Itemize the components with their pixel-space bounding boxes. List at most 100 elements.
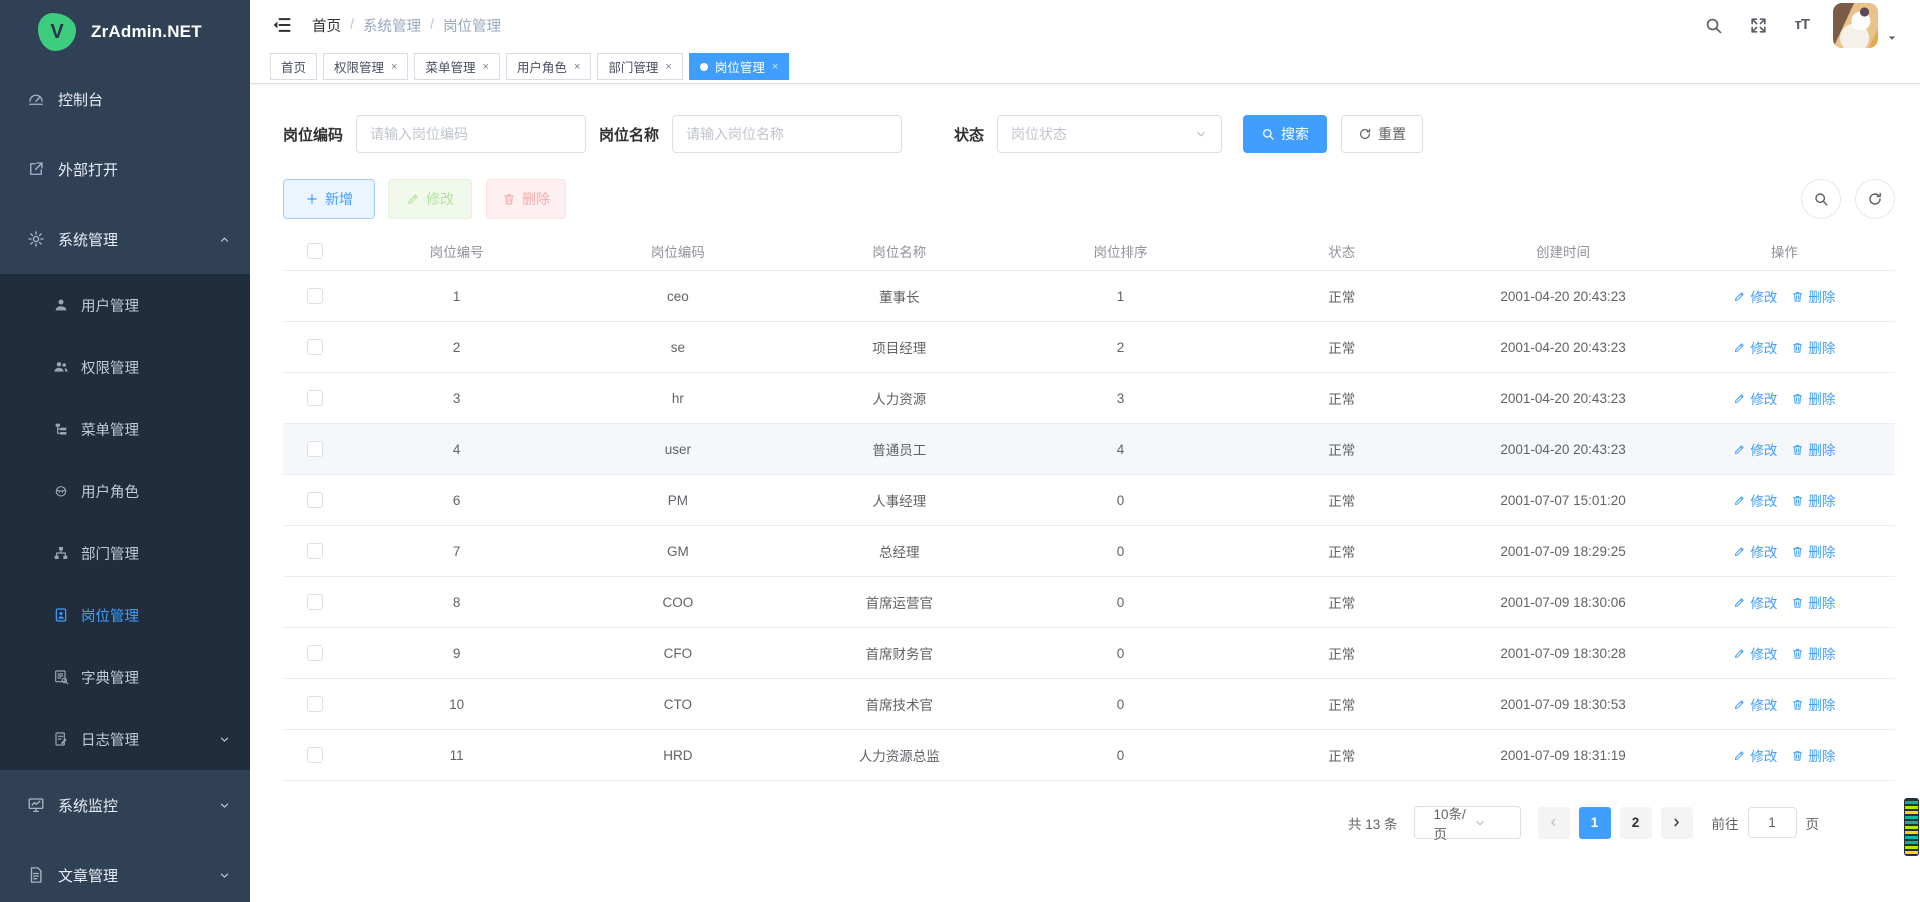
row-checkbox[interactable] [307,492,323,508]
row-checkbox[interactable] [307,339,323,355]
row-delete-link[interactable]: 删除 [1791,439,1835,459]
add-button[interactable]: 新增 [283,179,375,219]
close-tab-icon[interactable]: × [482,61,488,73]
edit-pencil-icon [1733,392,1746,405]
sidebar-menu: 控制台外部打开系统管理用户管理权限管理菜单管理用户角色部门管理岗位管理字典管理日… [0,64,250,902]
fullscreen-icon[interactable] [1749,16,1768,35]
tab-permission[interactable]: 权限管理× [323,53,408,80]
logo-letter: V [50,21,63,44]
row-edit-link[interactable]: 修改 [1733,592,1777,612]
select-all-checkbox[interactable] [307,243,323,259]
close-tab-icon[interactable]: × [772,61,778,73]
tab-post[interactable]: 岗位管理× [689,53,789,80]
cell-post-name: 人力资源 [789,388,1010,408]
menu-fold-icon[interactable] [272,15,292,35]
jump-page-input[interactable] [1748,807,1797,838]
row-delete-link[interactable]: 删除 [1791,388,1835,408]
prev-page-button[interactable] [1538,807,1570,839]
table-row: 2se项目经理2正常2001-04-20 20:43:23修改删除 [283,322,1895,373]
sidebar-item-menu-management[interactable]: 菜单管理 [0,398,250,460]
refresh-table-button[interactable] [1855,179,1895,219]
page-button-2[interactable]: 2 [1620,807,1652,839]
link-label: 删除 [1808,388,1835,408]
sidebar-item-permission-management[interactable]: 权限管理 [0,336,250,398]
page-size-select[interactable]: 10条/页 [1414,806,1521,839]
edit-button[interactable]: 修改 [388,179,472,219]
link-label: 删除 [1808,745,1835,765]
tab-label: 部门管理 [608,57,658,76]
close-tab-icon[interactable]: × [574,61,580,73]
cell-post-id: 7 [346,544,567,559]
row-edit-link[interactable]: 修改 [1733,337,1777,357]
close-tab-icon[interactable]: × [391,61,397,73]
row-delete-link[interactable]: 删除 [1791,337,1835,357]
row-delete-link[interactable]: 删除 [1791,694,1835,714]
tab-home[interactable]: 首页 [270,53,317,80]
row-delete-link[interactable]: 删除 [1791,745,1835,765]
row-delete-link[interactable]: 删除 [1791,643,1835,663]
edit-pencil-icon [1733,749,1746,762]
next-page-button[interactable] [1661,807,1693,839]
breadcrumb-item[interactable]: 首页 [312,15,341,36]
sidebar-item-post-management[interactable]: 岗位管理 [0,584,250,646]
toggle-search-button[interactable] [1801,179,1841,219]
row-edit-link[interactable]: 修改 [1733,439,1777,459]
sidebar-item-system-management[interactable]: 系统管理 [0,204,250,274]
sidebar-item-user-management[interactable]: 用户管理 [0,274,250,336]
edit-pencil-icon [1733,545,1746,558]
row-checkbox[interactable] [307,645,323,661]
cell-post-id: 9 [346,646,567,661]
row-checkbox[interactable] [307,390,323,406]
search-button[interactable]: 搜索 [1243,115,1327,153]
edit-pencil-icon [1733,494,1746,507]
tab-menu[interactable]: 菜单管理 × [414,53,499,80]
font-size-icon[interactable]: тT [1794,16,1809,35]
row-delete-link[interactable]: 删除 [1791,490,1835,510]
cell-post-name: 普通员工 [789,439,1010,459]
sidebar-item-log-management[interactable]: 日志管理 [0,708,250,770]
row-edit-link[interactable]: 修改 [1733,745,1777,765]
row-delete-link[interactable]: 删除 [1791,286,1835,306]
sidebar-item-system-monitor[interactable]: 系统监控 [0,770,250,840]
sidebar-item-dictionary-management[interactable]: 字典管理 [0,646,250,708]
delete-button[interactable]: 删除 [486,179,566,219]
post-status-select[interactable]: 岗位状态 [997,115,1222,153]
refresh-icon [1358,127,1372,141]
link-label: 修改 [1750,388,1777,408]
reset-button[interactable]: 重置 [1341,115,1423,153]
post-name-input[interactable] [672,115,902,153]
row-edit-link[interactable]: 修改 [1733,490,1777,510]
row-checkbox[interactable] [307,594,323,610]
search-icon[interactable] [1704,16,1723,35]
row-checkbox[interactable] [307,441,323,457]
sidebar-item-external-open[interactable]: 外部打开 [0,134,250,204]
sidebar-item-user-role[interactable]: 用户角色 [0,460,250,522]
sidebar-item-article-management[interactable]: 文章管理 [0,840,250,902]
sidebar-item-department-management[interactable]: 部门管理 [0,522,250,584]
row-edit-link[interactable]: 修改 [1733,286,1777,306]
tab-user-role[interactable]: 用户角色× [506,53,591,80]
row-edit-link[interactable]: 修改 [1733,388,1777,408]
row-edit-link[interactable]: 修改 [1733,643,1777,663]
sidebar-item-dashboard[interactable]: 控制台 [0,64,250,134]
tab-label: 菜单管理 [425,57,475,76]
cell-post-code: CFO [567,646,788,661]
page-button-1[interactable]: 1 [1579,807,1611,839]
close-tab-icon[interactable]: × [665,61,671,73]
tab-department[interactable]: 部门管理 × [597,53,682,80]
row-checkbox[interactable] [307,543,323,559]
post-code-input[interactable] [356,115,586,153]
row-delete-link[interactable]: 删除 [1791,592,1835,612]
row-checkbox[interactable] [307,747,323,763]
row-delete-link[interactable]: 删除 [1791,541,1835,561]
row-edit-link[interactable]: 修改 [1733,541,1777,561]
user-avatar-menu[interactable] [1833,3,1898,48]
row-checkbox-cell [283,339,346,355]
row-edit-link[interactable]: 修改 [1733,694,1777,714]
trash-icon [1791,749,1804,762]
trash-icon [1791,647,1804,660]
row-checkbox[interactable] [307,696,323,712]
row-checkbox[interactable] [307,288,323,304]
dashboard-icon [27,90,45,108]
page-content: 岗位编码 岗位名称 状态 岗位状态 搜索 重置 新增 [250,115,1920,839]
